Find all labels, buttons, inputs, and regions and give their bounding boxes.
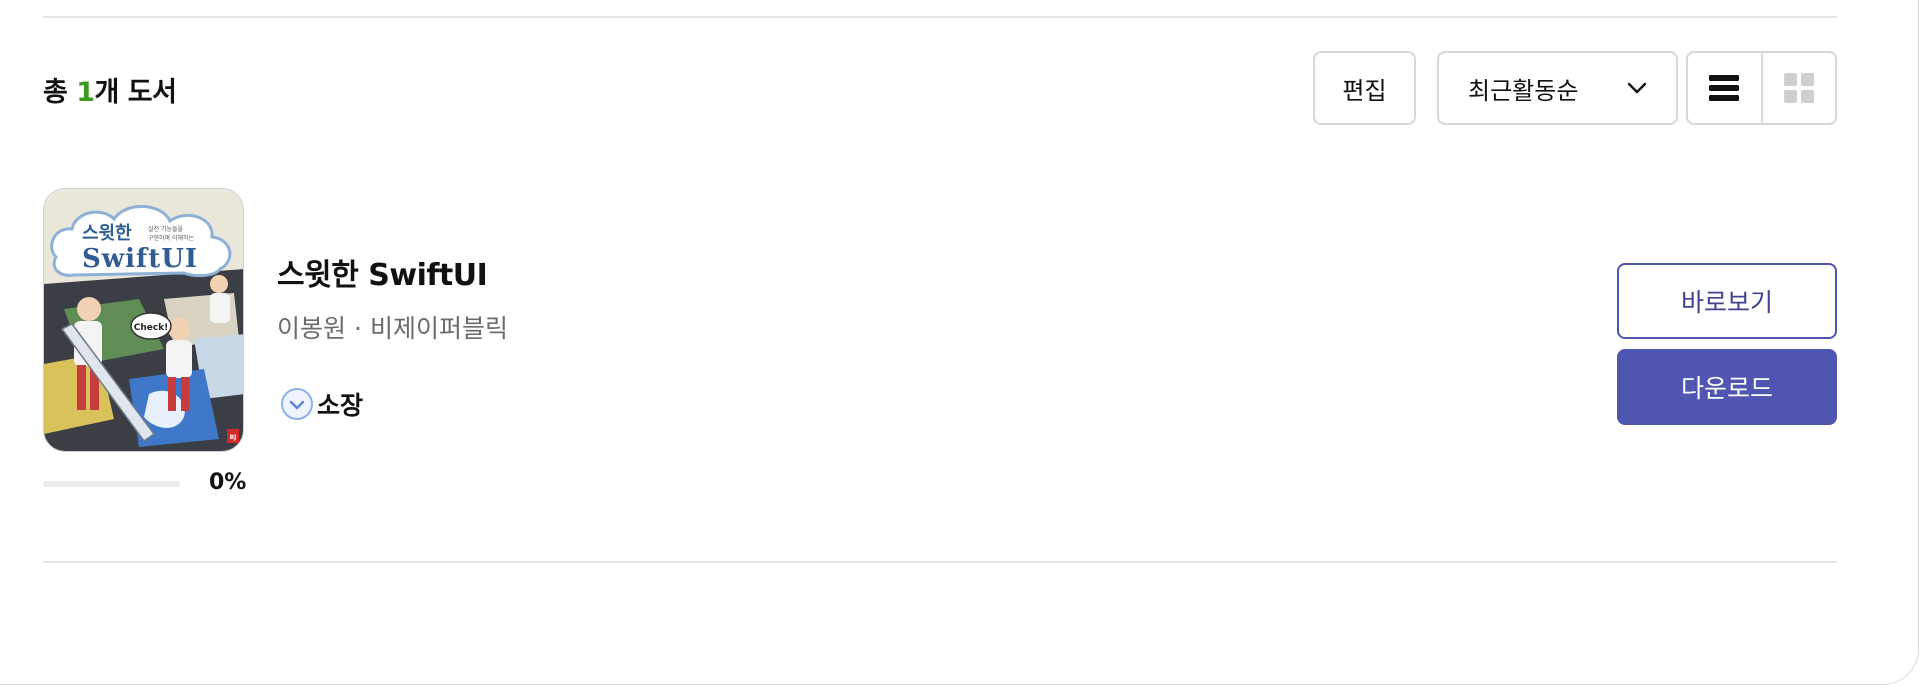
ownership-status: 소장 (280, 386, 363, 422)
book-author: 이봉원 (277, 314, 347, 343)
ownership-label: 소장 (317, 391, 364, 420)
bottom-divider (43, 561, 1837, 563)
count-value: 1 (76, 77, 95, 108)
book-cover-illustration: Check! 스윗한 SwiftUI 실전 기능들을 구현하며 이해하는 BJ (44, 189, 243, 451)
grid-view-button[interactable] (1760, 53, 1836, 123)
cover-title-small: 스윗한 (82, 223, 132, 244)
chevron-down-icon (1626, 77, 1648, 99)
cover-bubble-text: Check! (134, 323, 169, 333)
top-divider (43, 16, 1837, 18)
list-view-icon (1709, 75, 1740, 101)
count-prefix: 총 (43, 77, 77, 108)
book-title[interactable]: 스윗한 SwiftUI (277, 250, 488, 294)
book-cover[interactable]: Check! 스윗한 SwiftUI 실전 기능들을 구현하며 이해하는 BJ (43, 188, 244, 452)
meta-separator: · (354, 314, 362, 343)
edit-button[interactable]: 편집 (1313, 51, 1416, 125)
reading-progress-text: 0% (209, 470, 247, 495)
book-count-heading: 총 1개 도서 (43, 70, 177, 109)
check-circle-icon (281, 388, 313, 420)
book-meta: 이봉원 · 비제이퍼블릭 (277, 309, 508, 345)
cover-subtitle-2: 구현하며 이해하는 (148, 234, 195, 242)
cover-subtitle-1: 실전 기능들을 (148, 225, 184, 233)
download-button[interactable]: 다운로드 (1617, 349, 1837, 425)
sort-selected-label: 최근활동순 (1468, 76, 1579, 105)
list-view-button[interactable] (1688, 53, 1761, 123)
reading-progress-bar (43, 481, 180, 487)
cover-publisher-mark: BJ (230, 434, 237, 441)
library-panel: 총 1개 도서 편집 최근활동순 Check! 스윗한 SwiftUI 실전 기… (0, 0, 1919, 685)
sort-dropdown[interactable]: 최근활동순 (1437, 51, 1678, 125)
read-now-button[interactable]: 바로보기 (1617, 263, 1837, 339)
count-suffix: 개 도서 (94, 77, 177, 108)
view-mode-toggle (1686, 51, 1837, 125)
grid-view-icon (1783, 73, 1814, 103)
cover-title-large: SwiftUI (82, 244, 198, 274)
book-publisher: 비제이퍼블릭 (369, 314, 508, 343)
